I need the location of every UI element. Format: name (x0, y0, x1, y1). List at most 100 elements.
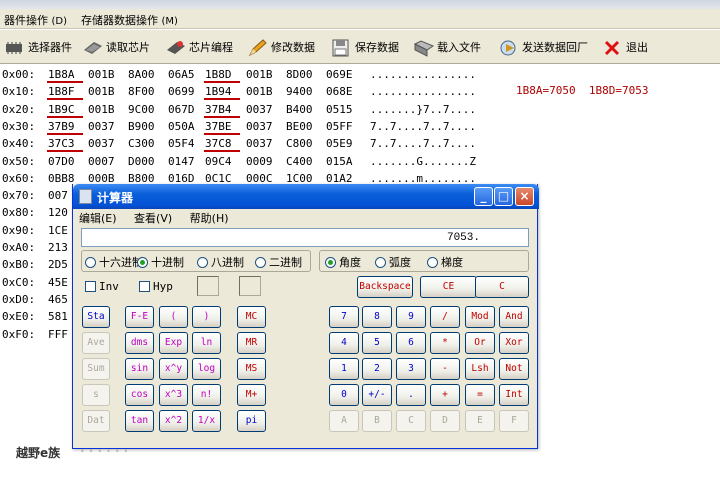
base-radio[interactable]: 八进制 (197, 254, 244, 270)
clear-button[interactable]: C (475, 276, 529, 298)
keypad-button[interactable]: 7 (329, 306, 359, 328)
hex-address: 0x10: (2, 85, 36, 99)
base-radio[interactable]: 十六进制 (85, 254, 143, 270)
keypad-button[interactable]: + (430, 384, 460, 406)
keypad-button[interactable]: = (465, 384, 495, 406)
memory-button[interactable]: MR (237, 332, 266, 354)
keypad-button[interactable]: +/- (362, 384, 392, 406)
exit-x-icon (602, 38, 622, 56)
menu-help[interactable]: 帮助(H) (190, 212, 229, 225)
radio-dot (85, 256, 96, 268)
hex-word: 1CE (48, 223, 68, 237)
hex-word: 0699 (168, 85, 195, 99)
hex-word: 8D00 (286, 68, 313, 81)
memory-button[interactable]: pi (237, 410, 266, 432)
memory-button[interactable]: MS (237, 358, 266, 380)
inv-checkbox[interactable]: Inv (85, 280, 119, 293)
close-button[interactable]: × (515, 187, 534, 206)
scientific-button[interactable]: ( (159, 306, 188, 328)
program-chip-button[interactable]: 芯片编程 (165, 35, 233, 59)
keypad-button[interactable]: . (396, 384, 426, 406)
select-device-button[interactable]: 选择器件 (4, 35, 72, 59)
keypad-button[interactable]: Not (499, 358, 529, 380)
angle-radio[interactable]: 梯度 (427, 254, 463, 270)
hex-word: 067D (168, 102, 195, 116)
keypad-button[interactable]: C (396, 410, 426, 432)
keypad-button[interactable]: F (499, 410, 529, 432)
keypad-button[interactable]: 8 (362, 306, 392, 328)
keypad-button[interactable]: 9 (396, 306, 426, 328)
keypad-button[interactable]: 4 (329, 332, 359, 354)
hex-word: 001B (88, 102, 115, 116)
keypad-button[interactable]: 1 (329, 358, 359, 380)
radio-dot (255, 256, 266, 268)
scientific-button[interactable]: dms (125, 332, 154, 354)
base-radio[interactable]: 十进制 (137, 254, 184, 270)
menu-edit[interactable]: 编辑(E) (79, 212, 117, 225)
keypad-button[interactable]: Int (499, 384, 529, 406)
scientific-button[interactable]: Exp (159, 332, 188, 354)
angle-radio[interactable]: 角度 (325, 254, 361, 270)
base-radio[interactable]: 二进制 (255, 254, 302, 270)
scientific-button[interactable]: sin (125, 358, 154, 380)
keypad-button[interactable]: / (430, 306, 460, 328)
keypad-button[interactable]: - (430, 358, 460, 380)
maximize-button[interactable]: □ (494, 187, 513, 206)
scientific-button[interactable]: x^2 (159, 410, 188, 432)
keypad-button[interactable]: Lsh (465, 358, 495, 380)
keypad-button[interactable]: 6 (396, 332, 426, 354)
angle-radio[interactable]: 弧度 (375, 254, 411, 270)
read-chip-button[interactable]: 读取芯片 (82, 35, 150, 59)
menu-device[interactable]: 器件操作 (D) (4, 12, 67, 28)
keypad-button[interactable]: * (430, 332, 460, 354)
menu-memory[interactable]: 存储器数据操作 (M) (81, 12, 178, 28)
ce-button[interactable]: CE (420, 276, 477, 298)
keypad-button[interactable]: 0 (329, 384, 359, 406)
scientific-button[interactable]: ) (192, 306, 221, 328)
stat-button[interactable]: Sum (82, 358, 110, 380)
edit-data-button[interactable]: 修改数据 (247, 35, 315, 59)
keypad-button[interactable]: B (362, 410, 392, 432)
minimize-button[interactable]: _ (474, 187, 493, 206)
scientific-button[interactable]: F-E (125, 306, 154, 328)
backspace-button[interactable]: Backspace (357, 276, 413, 298)
send-data-button[interactable]: 发送数据回厂 (498, 35, 588, 59)
scientific-button[interactable]: x^3 (159, 384, 188, 406)
keypad-button[interactable]: And (499, 306, 529, 328)
memory-button[interactable]: M+ (237, 384, 266, 406)
keypad-button[interactable]: 2 (362, 358, 392, 380)
scientific-button[interactable]: ln (192, 332, 221, 354)
keypad-button[interactable]: 3 (396, 358, 426, 380)
calculator-window[interactable]: 计算器 _ □ × 编辑(E) 查看(V) 帮助(H) 7 0 53. Inv Hy… (72, 184, 539, 449)
stat-button[interactable]: Dat (82, 410, 110, 432)
exit-button[interactable]: 退出 (602, 35, 648, 59)
hex-word: 0037 (88, 137, 115, 151)
save-data-button[interactable]: 保存数据 (331, 35, 399, 59)
hex-word: 8F00 (128, 85, 155, 99)
send-data-icon (498, 38, 518, 56)
radio-label: 弧度 (389, 256, 411, 269)
scientific-button[interactable]: x^y (159, 358, 188, 380)
hyp-checkbox[interactable]: Hyp (139, 280, 173, 293)
scientific-button[interactable]: tan (125, 410, 154, 432)
memory-button[interactable]: MC (237, 306, 266, 328)
keypad-button[interactable]: E (465, 410, 495, 432)
keypad-button[interactable]: Or (465, 332, 495, 354)
stat-button[interactable]: Ave (82, 332, 110, 354)
stat-button[interactable]: Sta (82, 306, 110, 328)
load-file-button[interactable]: 载入文件 (413, 35, 481, 59)
menu-view[interactable]: 查看(V) (134, 212, 172, 225)
keypad-button[interactable]: 5 (362, 332, 392, 354)
hex-word: B900 (128, 119, 155, 133)
scientific-button[interactable]: 1/x (192, 410, 221, 432)
scientific-button[interactable]: n! (192, 384, 221, 406)
stat-button[interactable]: s (82, 384, 110, 406)
keypad-button[interactable]: D (430, 410, 460, 432)
keypad-button[interactable]: Mod (465, 306, 495, 328)
keypad-button[interactable]: A (329, 410, 359, 432)
calculator-titlebar[interactable]: 计算器 _ □ × (73, 184, 539, 209)
keypad-button[interactable]: Xor (499, 332, 529, 354)
radio-label: 角度 (339, 256, 361, 269)
scientific-button[interactable]: cos (125, 384, 154, 406)
scientific-button[interactable]: log (192, 358, 221, 380)
